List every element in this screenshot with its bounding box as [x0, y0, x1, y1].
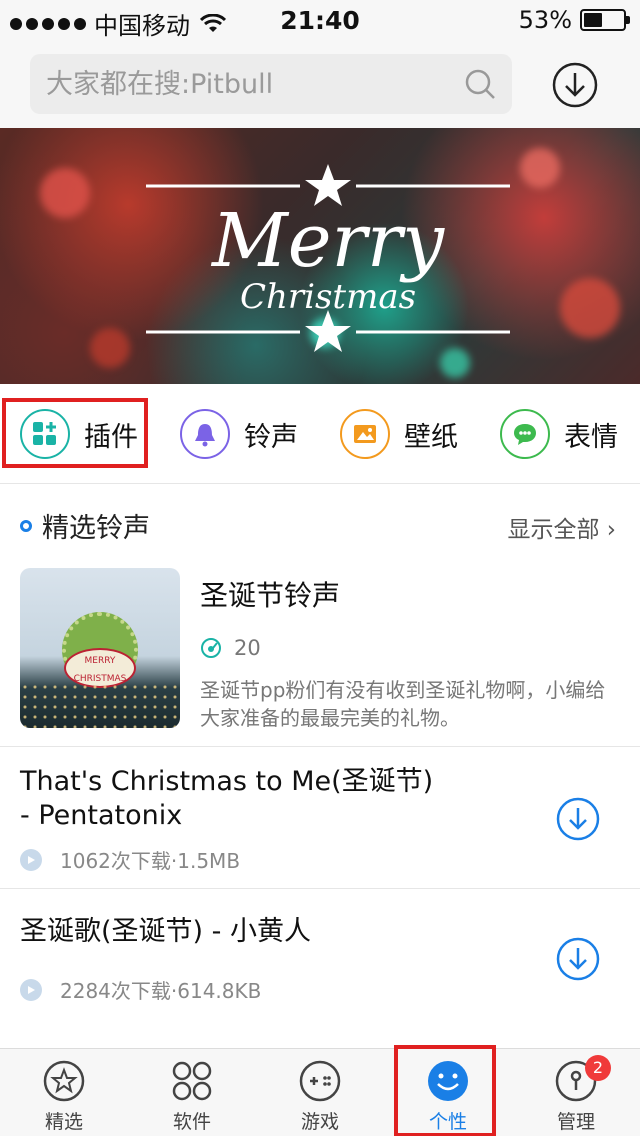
collection-title: 圣诞节铃声	[200, 579, 341, 612]
collection-count: 20	[200, 636, 261, 660]
play-icon[interactable]	[20, 978, 42, 1001]
tab-software[interactable]: 软件	[147, 1059, 237, 1134]
song-row[interactable]: That's Christmas to Me(圣诞节) - Pentatonix…	[0, 746, 640, 888]
apps-icon	[172, 1061, 212, 1101]
lights-image	[20, 682, 180, 728]
search-input[interactable]	[30, 54, 450, 114]
battery-status: 53%	[518, 6, 630, 34]
show-all-label: 显示全部	[507, 517, 600, 543]
highlight-box	[2, 398, 148, 468]
category-label: 壁纸	[404, 421, 458, 453]
collection-description: 圣诞节pp粉们有没有收到圣诞礼物啊，小编给大家准备的最最完美的礼物。	[200, 678, 606, 730]
song-meta: 2284次下载·614.8KB	[20, 975, 261, 1004]
search-icon[interactable]	[464, 68, 496, 100]
chevron-right-icon: ›	[606, 517, 616, 543]
category-emoji[interactable]: 表情	[500, 408, 618, 460]
category-label: 铃声	[244, 421, 298, 453]
song-row[interactable]: 圣诞歌(圣诞节) - 小黄人 2284次下载·614.8KB	[0, 888, 640, 1030]
download-icon[interactable]	[556, 797, 600, 841]
banner-subtitle: Christmas	[240, 277, 416, 317]
battery-percent: 53%	[518, 6, 572, 34]
wallpaper-icon	[340, 409, 390, 459]
gamepad-icon	[299, 1060, 341, 1102]
tab-label: 游戏	[300, 1111, 339, 1133]
search-header	[0, 40, 640, 128]
star-icon	[43, 1060, 85, 1102]
emoji-icon	[500, 409, 550, 459]
highlight-box	[394, 1045, 496, 1136]
tab-manage[interactable]: 管理 2	[531, 1055, 621, 1134]
tab-games[interactable]: 游戏	[275, 1059, 365, 1134]
count-value: 20	[234, 636, 261, 660]
search-bar[interactable]	[30, 54, 512, 114]
banner-title: Merry	[210, 198, 445, 284]
tab-label: 精选	[44, 1111, 83, 1133]
download-manager-icon[interactable]	[552, 62, 598, 108]
song-title: That's Christmas to Me(圣诞节) - Pentatonix	[20, 766, 434, 831]
bell-icon	[180, 409, 230, 459]
song-title: 圣诞歌(圣诞节) - 小黄人	[20, 916, 311, 947]
banner-artwork: Merry Christmas	[146, 164, 510, 352]
tab-label: 软件	[172, 1111, 211, 1133]
notification-badge: 2	[585, 1055, 611, 1081]
battery-level	[584, 13, 603, 27]
song-stats: 2284次下载·614.8KB	[60, 979, 262, 1003]
category-wallpapers[interactable]: 壁纸	[340, 408, 458, 460]
download-icon[interactable]	[556, 937, 600, 981]
tab-featured[interactable]: 精选	[19, 1059, 109, 1134]
category-row: 插件 铃声 壁纸 表情	[0, 384, 640, 484]
christmas-banner[interactable]: Merry Christmas	[0, 128, 640, 384]
song-meta: 1062次下载·1.5MB	[20, 845, 240, 874]
section-header: 精选铃声 显示全部 ›	[0, 484, 640, 564]
battery-icon	[580, 9, 630, 31]
category-ringtones[interactable]: 铃声	[180, 408, 298, 460]
show-all-link[interactable]: 显示全部 ›	[507, 510, 616, 544]
category-label: 表情	[564, 421, 618, 453]
bottom-tab-bar: 精选 软件 游戏 个性 管理 2	[0, 1045, 640, 1136]
play-icon[interactable]	[20, 848, 42, 871]
section-dot-icon	[20, 520, 32, 532]
section-title: 精选铃声	[42, 513, 150, 544]
collection-thumbnail: MERRY CHRISTMAS	[20, 568, 180, 728]
tab-label: 管理	[556, 1111, 595, 1133]
status-bar: 中国移动 21:40 53%	[0, 0, 640, 40]
song-stats: 1062次下载·1.5MB	[60, 849, 241, 873]
music-count-icon	[201, 638, 221, 658]
featured-collection[interactable]: MERRY CHRISTMAS 圣诞节铃声 20 圣诞节pp粉们有没有收到圣诞礼…	[0, 564, 640, 746]
